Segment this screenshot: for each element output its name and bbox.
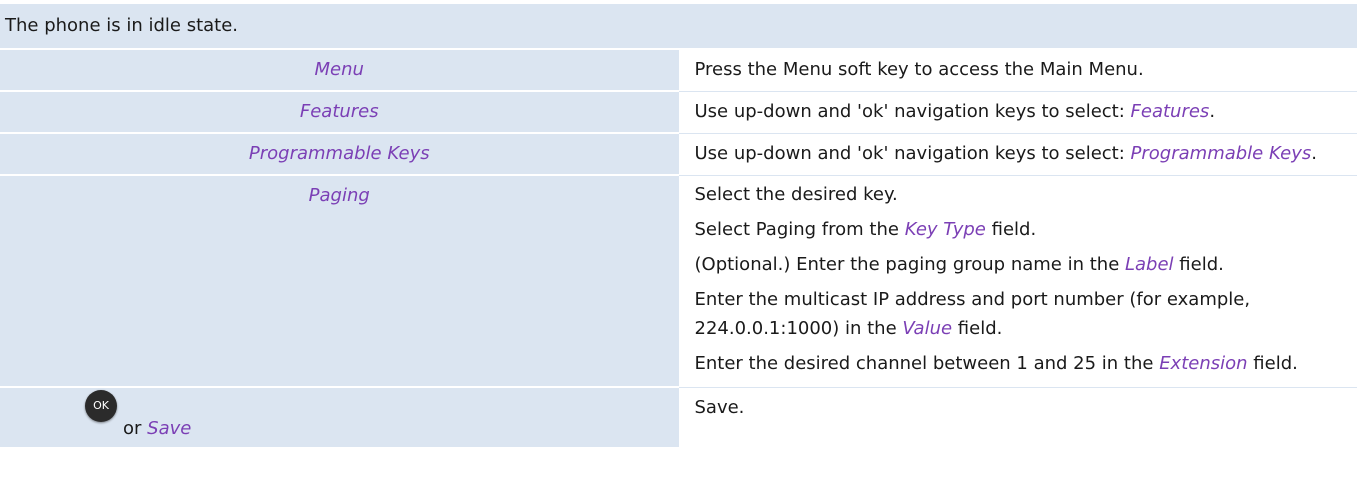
paging-step-3: (Optional.) Enter the paging group name … bbox=[695, 250, 1350, 279]
desc-suffix: field. bbox=[985, 218, 1037, 240]
step-description: Select the desired key. Select Paging fr… bbox=[678, 175, 1357, 388]
step-row-save: OK or Save Save. bbox=[0, 387, 1357, 447]
desc-accent: Features bbox=[1130, 100, 1210, 122]
step-key-save: Save bbox=[147, 418, 192, 439]
step-key-cell: Menu bbox=[0, 49, 679, 92]
step-description: Save. bbox=[678, 387, 1357, 447]
or-text: or bbox=[123, 418, 148, 439]
procedure-table: The phone is in idle state. Menu Press t… bbox=[0, 4, 1357, 447]
step-row-menu: Menu Press the Menu soft key to access t… bbox=[0, 49, 1357, 92]
desc-text: Enter the desired channel between 1 and … bbox=[694, 352, 1160, 374]
step-key-menu: Menu bbox=[314, 59, 364, 80]
step-row-paging: Paging Select the desired key. Select Pa… bbox=[0, 175, 1357, 388]
desc-text: Use up-down and 'ok' navigation keys to … bbox=[694, 142, 1131, 164]
step-key-paging: Paging bbox=[308, 185, 370, 206]
desc-accent: Extension bbox=[1159, 352, 1248, 374]
desc-accent: Value bbox=[902, 317, 953, 339]
step-key-cell: OK or Save bbox=[0, 387, 679, 447]
intro-row: The phone is in idle state. bbox=[0, 4, 1357, 50]
step-description: Use up-down and 'ok' navigation keys to … bbox=[678, 91, 1357, 134]
desc-accent: Label bbox=[1125, 253, 1174, 275]
desc-text: Use up-down and 'ok' navigation keys to … bbox=[694, 100, 1131, 122]
paging-step-1: Select the desired key. bbox=[694, 183, 898, 205]
desc-accent: Key Type bbox=[904, 218, 986, 240]
desc-accent: Programmable Keys bbox=[1130, 142, 1312, 164]
step-key-cell: Features bbox=[0, 91, 679, 134]
desc-text: Select Paging from the bbox=[694, 218, 905, 240]
or-save-label: or Save bbox=[123, 414, 191, 444]
desc-suffix: field. bbox=[952, 317, 1003, 339]
step-key-features: Features bbox=[299, 101, 379, 122]
paging-step-4: Enter the multicast IP address and port … bbox=[695, 285, 1350, 343]
desc-suffix: . bbox=[1311, 142, 1317, 164]
ok-or-save: OK or Save bbox=[85, 390, 285, 446]
step-description: Press the Menu soft key to access the Ma… bbox=[678, 49, 1357, 92]
ok-key-icon: OK bbox=[85, 390, 117, 422]
desc-suffix: field. bbox=[1247, 352, 1298, 374]
intro-text: The phone is in idle state. bbox=[0, 4, 1357, 50]
step-key-programmable-keys: Programmable Keys bbox=[248, 143, 430, 164]
desc-suffix: field. bbox=[1173, 253, 1224, 275]
step-description: Use up-down and 'ok' navigation keys to … bbox=[678, 133, 1357, 176]
step-key-cell: Paging bbox=[0, 175, 679, 388]
desc-suffix: . bbox=[1209, 100, 1216, 122]
paging-step-5: Enter the desired channel between 1 and … bbox=[695, 349, 1350, 378]
step-row-programmable-keys: Programmable Keys Use up-down and 'ok' n… bbox=[0, 133, 1357, 176]
step-key-cell: Programmable Keys bbox=[0, 133, 679, 176]
paging-step-2: Select Paging from the Key Type field. bbox=[695, 215, 1350, 244]
desc-text: (Optional.) Enter the paging group name … bbox=[694, 253, 1125, 275]
step-row-features: Features Use up-down and 'ok' navigation… bbox=[0, 91, 1357, 134]
